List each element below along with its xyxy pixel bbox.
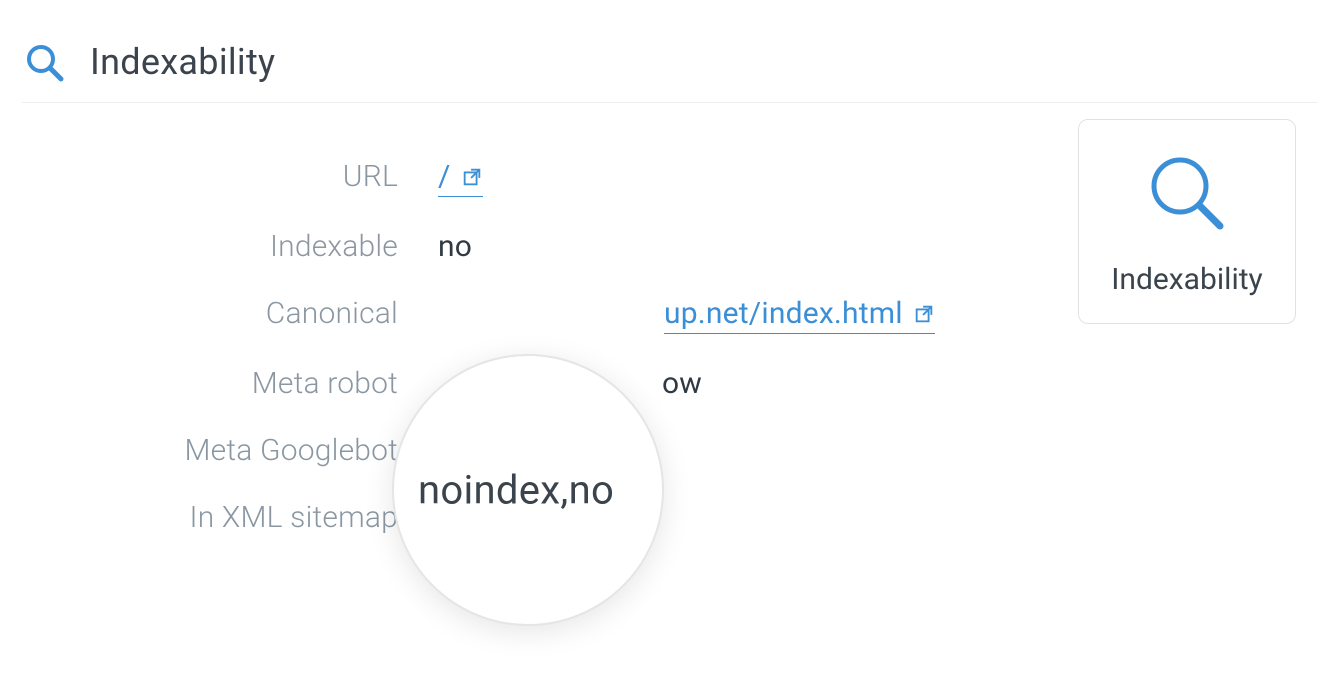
magnifier-icon (1142, 148, 1232, 238)
card-label: Indexability (1111, 262, 1263, 297)
row-label-meta-googlebot: Meta Googlebot (22, 433, 438, 468)
indexable-value: no (438, 229, 472, 264)
url-value: / (438, 159, 451, 194)
row-in-sitemap: In XML sitemap no (22, 484, 1318, 551)
row-label-meta-robots: Meta robot (22, 366, 438, 401)
external-link-icon (461, 166, 483, 188)
row-meta-robots: Meta robot ow (22, 350, 1318, 417)
external-link-icon (913, 303, 935, 325)
row-meta-googlebot: Meta Googlebot (22, 417, 1318, 484)
indexability-card[interactable]: Indexability (1078, 119, 1296, 324)
canonical-link[interactable]: up.net/index.html (664, 296, 935, 334)
magnifier-icon (22, 40, 66, 84)
zoom-text: noindex,no (418, 467, 614, 514)
section-header: Indexability (22, 40, 1318, 103)
row-label-in-sitemap: In XML sitemap (22, 500, 438, 535)
row-label-canonical: Canonical (22, 296, 438, 331)
url-link[interactable]: / (438, 159, 483, 197)
row-label-url: URL (22, 159, 438, 194)
row-label-indexable: Indexable (22, 229, 438, 264)
section-title: Indexability (90, 41, 275, 83)
zoom-lens: noindex,no (392, 354, 664, 626)
canonical-value: up.net/index.html (664, 296, 903, 331)
